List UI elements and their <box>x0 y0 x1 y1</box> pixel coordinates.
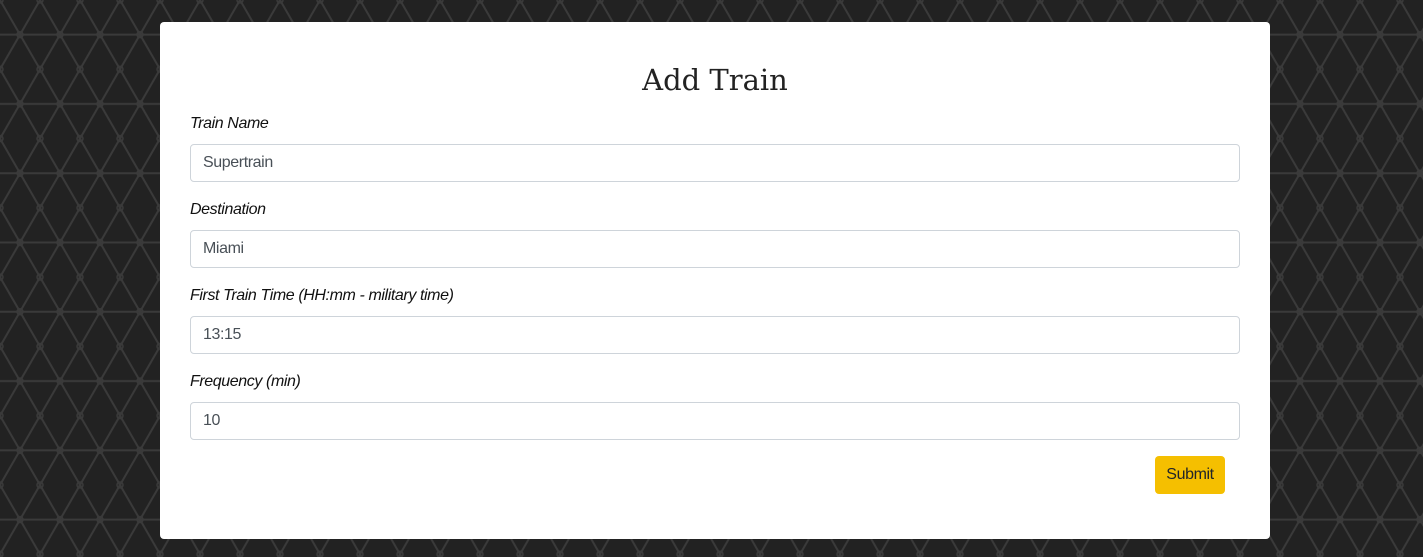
train-name-label: Train Name <box>190 115 269 132</box>
frequency-label: Frequency (min) <box>190 373 301 390</box>
submit-button[interactable]: Submit <box>1155 456 1225 494</box>
frequency-input[interactable] <box>190 402 1240 440</box>
add-train-card: Add Train Train Name Destination First T… <box>160 22 1270 539</box>
first-train-time-input[interactable] <box>190 316 1240 354</box>
first-train-time-label: First Train Time (HH:mm - military time) <box>190 287 454 304</box>
destination-label: Destination <box>190 201 266 218</box>
page-title: Add Train <box>642 63 788 97</box>
destination-input[interactable] <box>190 230 1240 268</box>
train-name-input[interactable] <box>190 144 1240 182</box>
